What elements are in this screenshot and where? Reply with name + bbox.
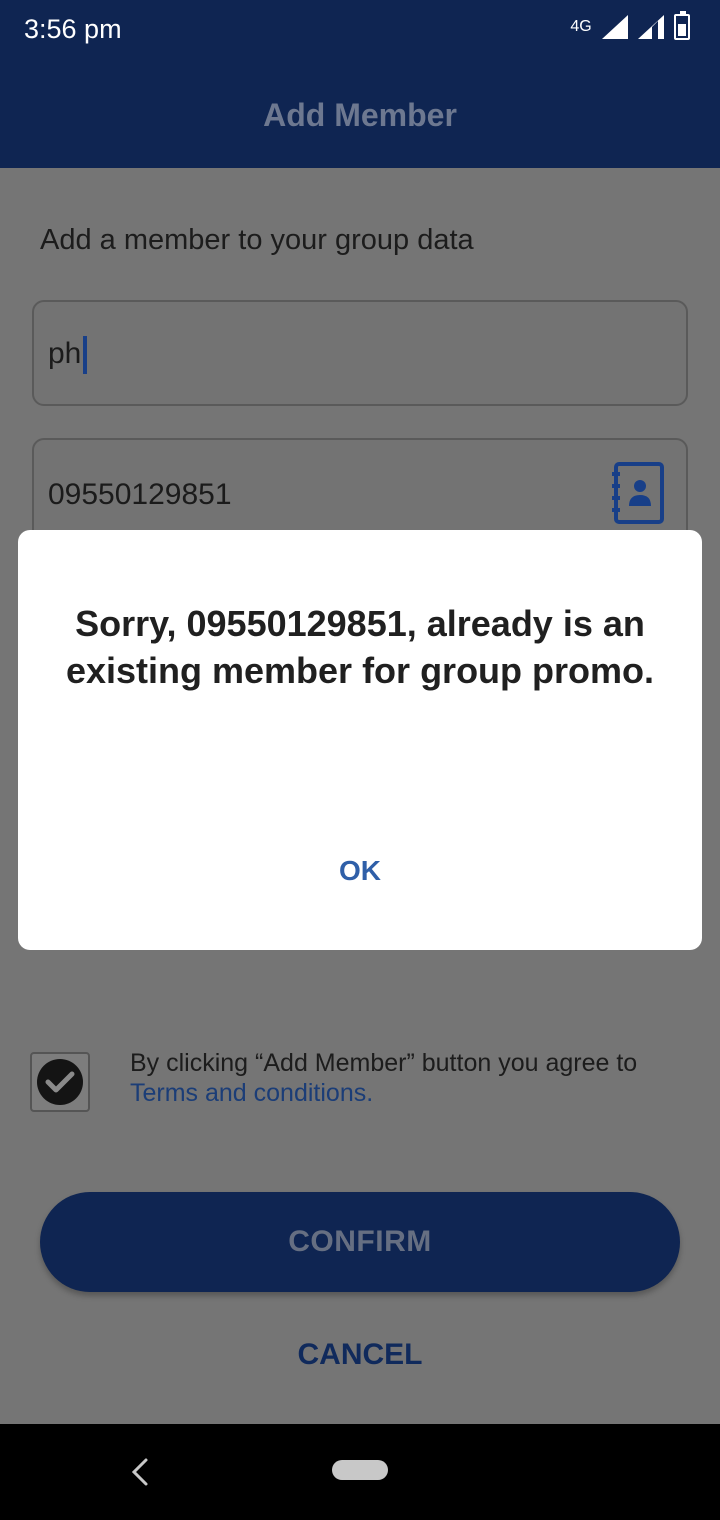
dialog-message: Sorry, 09550129851, already is an existi… (65, 603, 655, 691)
phone-number-value: 09550129851 (48, 478, 232, 511)
battery-icon (674, 11, 690, 40)
check-icon (37, 1059, 83, 1105)
status-bar: 3:56 pm 4G (0, 0, 720, 62)
system-nav-bar (0, 1424, 720, 1520)
terms-checkbox[interactable] (30, 1052, 90, 1112)
text-cursor (83, 336, 88, 374)
page-title: Add Member (263, 96, 457, 133)
status-time: 3:56 pm (24, 14, 122, 44)
home-pill-icon[interactable] (332, 1460, 388, 1480)
contact-book-icon[interactable] (610, 462, 666, 524)
terms-statement: By clicking “Add Member” button you agre… (130, 1049, 638, 1077)
back-icon[interactable] (126, 1454, 152, 1490)
member-name-value: ph (48, 336, 82, 370)
ok-button[interactable]: OK (308, 846, 412, 896)
network-type-icon: 4G (570, 18, 592, 35)
signal-icon (602, 15, 628, 39)
alert-dialog: Sorry, 09550129851, already is an existi… (18, 530, 702, 950)
cancel-button[interactable]: CANCEL (0, 1338, 720, 1372)
app-bar: Add Member (0, 62, 720, 168)
terms-text: By clicking “Add Member” button you agre… (130, 1048, 670, 1108)
terms-link[interactable]: Terms and conditions. (130, 1079, 373, 1107)
confirm-button-label: CONFIRM (288, 1225, 432, 1258)
confirm-button[interactable]: CONFIRM (40, 1192, 680, 1292)
form-intro-text: Add a member to your group data (40, 224, 474, 256)
member-name-input[interactable]: ph (32, 300, 688, 406)
status-icons: 4G (570, 11, 690, 40)
signal-icon (638, 15, 664, 39)
